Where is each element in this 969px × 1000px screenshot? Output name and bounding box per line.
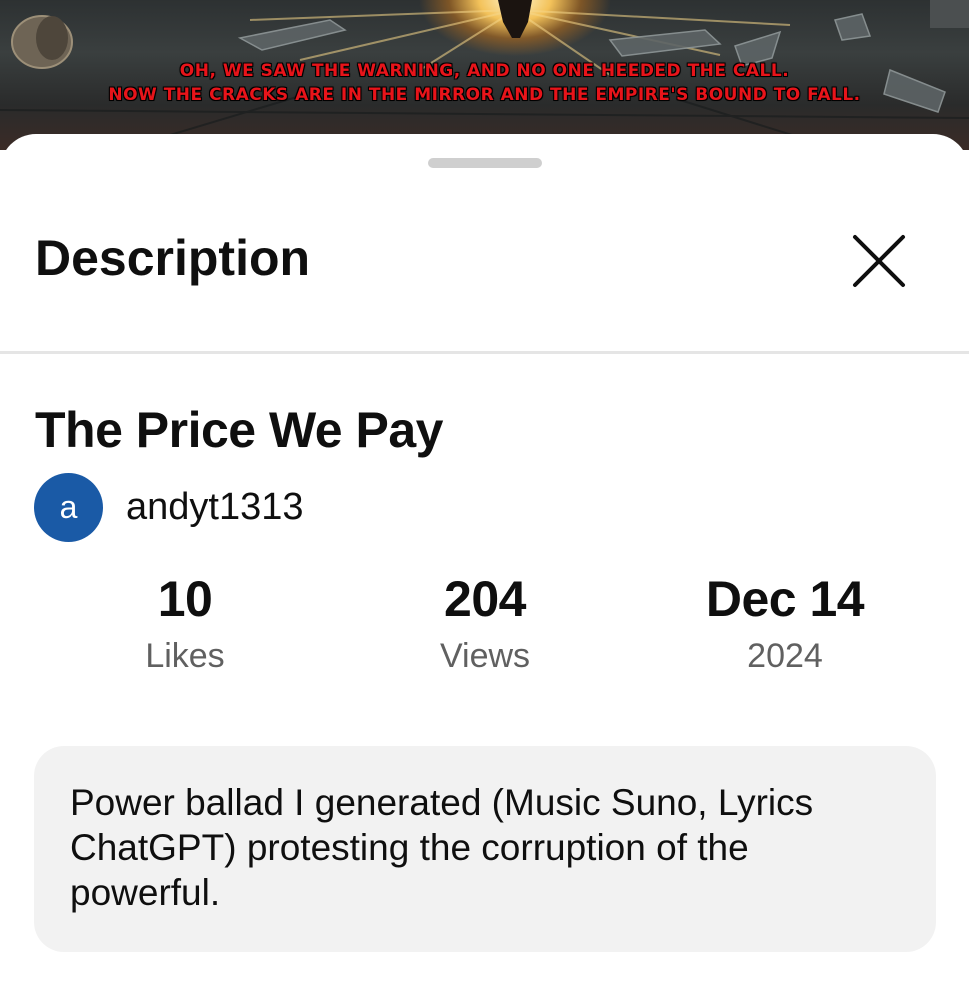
- views-stat: 204 Views: [335, 570, 635, 676]
- close-icon: [853, 235, 905, 287]
- upload-date: Dec 14: [705, 571, 865, 627]
- video-thumbnail[interactable]: OH, WE SAW THE WARNING, AND NO ONE HEEDE…: [0, 0, 969, 150]
- views-count: 204: [444, 571, 526, 627]
- video-title: The Price We Pay: [35, 402, 443, 458]
- description-box[interactable]: Power ballad I generated (Music Suno, Ly…: [34, 746, 936, 952]
- description-text: Power ballad I generated (Music Suno, Ly…: [70, 782, 814, 913]
- channel-name[interactable]: andyt1313: [126, 485, 304, 529]
- drag-handle[interactable]: [428, 158, 542, 168]
- upload-date-stat: Dec 14 2024: [635, 570, 935, 676]
- description-sheet: Description The Price We Pay a andyt1313…: [0, 134, 969, 1000]
- lyrics-overlay-line-2: NOW THE CRACKS ARE IN THE MIRROR AND THE…: [108, 85, 861, 105]
- divider: [0, 351, 969, 354]
- likes-stat: 10 Likes: [35, 570, 335, 676]
- avatar[interactable]: a: [34, 472, 103, 542]
- likes-count: 10: [157, 571, 213, 627]
- sheet-title: Description: [35, 230, 311, 286]
- views-label: Views: [439, 637, 531, 675]
- channel-link[interactable]: a andyt1313: [34, 472, 304, 542]
- close-button[interactable]: [838, 220, 920, 302]
- avatar-letter: a: [59, 489, 78, 525]
- upload-year: 2024: [747, 637, 823, 675]
- likes-label: Likes: [145, 637, 225, 675]
- lyrics-overlay-line-1: OH, WE SAW THE WARNING, AND NO ONE HEEDE…: [179, 61, 790, 81]
